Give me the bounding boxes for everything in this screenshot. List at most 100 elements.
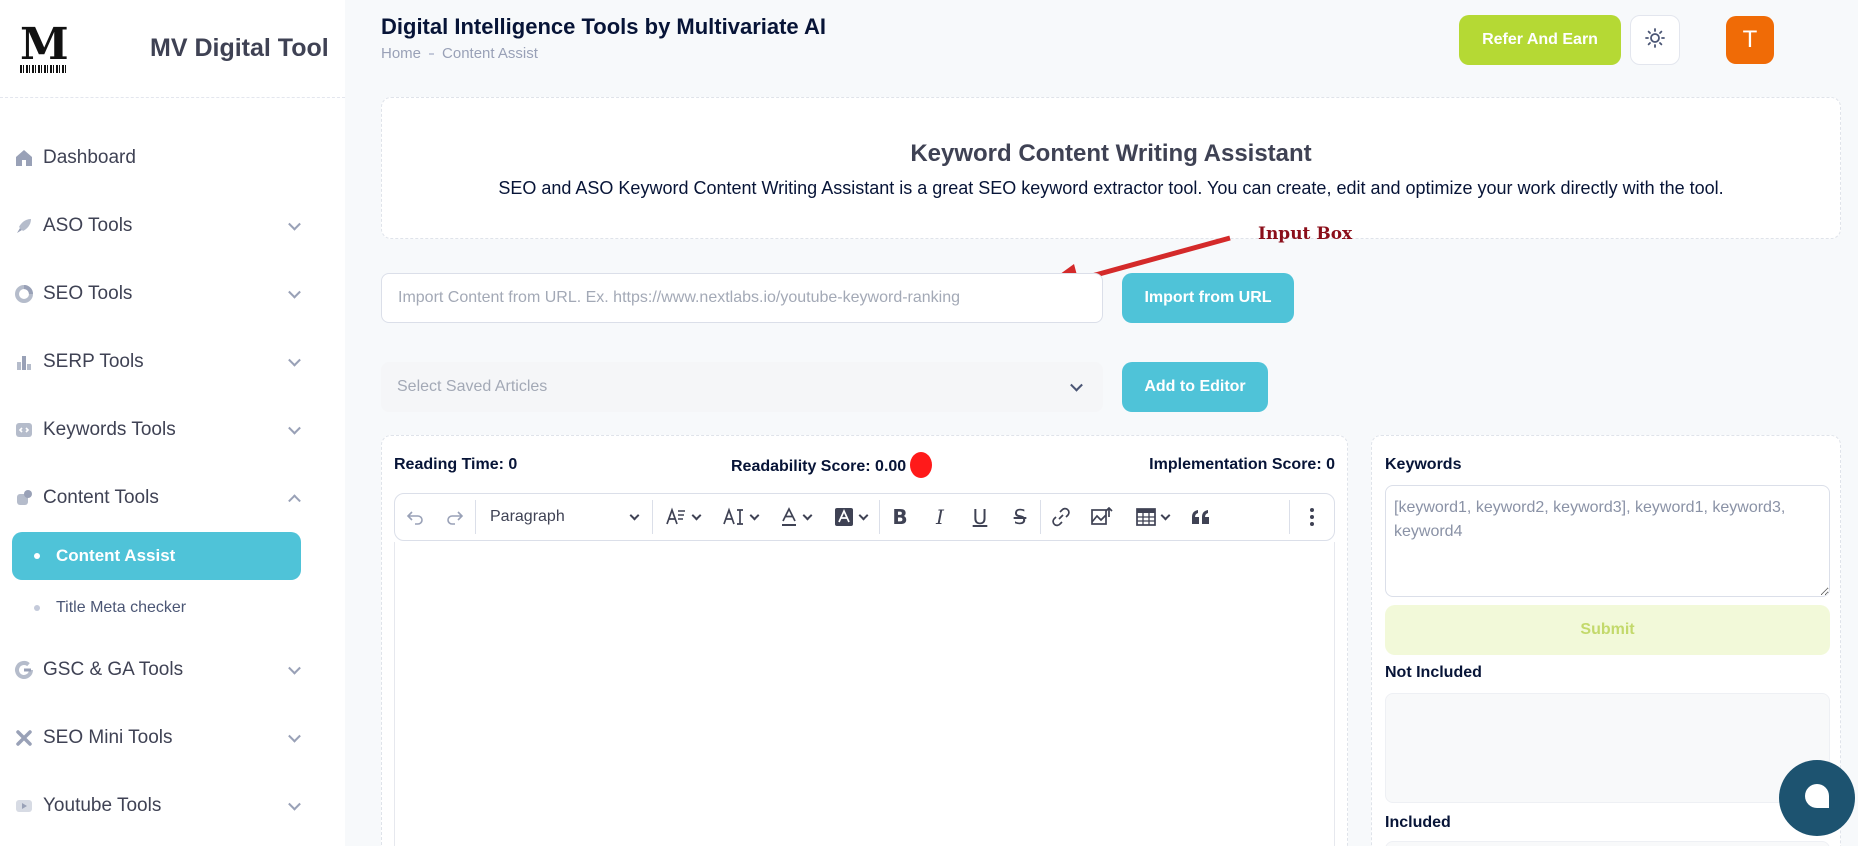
chevron-up-icon <box>288 494 301 508</box>
keywords-card: Keywords Submit Not Included Included <box>1371 435 1841 846</box>
text-color-icon[interactable] <box>769 493 821 541</box>
chevron-down-icon <box>288 729 301 743</box>
sidebar-item-label: Youtube Tools <box>43 795 162 816</box>
home-icon <box>14 148 34 168</box>
chevron-down-icon <box>288 661 301 675</box>
bullet-icon <box>34 605 40 611</box>
user-avatar[interactable]: T <box>1726 16 1774 64</box>
chat-button[interactable] <box>1779 760 1855 836</box>
cross-tools-icon <box>14 728 34 748</box>
brand: M MV Digital Tool <box>0 0 345 98</box>
breadcrumb-separator <box>429 52 435 55</box>
included-box <box>1385 841 1830 846</box>
underline-icon[interactable]: U <box>960 493 1000 541</box>
annotation-label: Input Box <box>1258 224 1353 244</box>
chevron-down-icon <box>629 510 640 520</box>
sidebar-item-label: SEO Mini Tools <box>43 727 173 748</box>
editor-toolbar: Paragraph B I U S <box>394 493 1335 541</box>
undo-icon[interactable] <box>395 493 435 541</box>
youtube-icon <box>14 796 34 816</box>
editor-content-area[interactable] <box>394 542 1335 846</box>
readability-score-label: Readability Score: 0.00 <box>731 458 907 476</box>
readability-score: Readability Score: 0.00 <box>731 452 933 478</box>
saved-articles-select[interactable]: Select Saved Articles <box>381 362 1103 412</box>
sidebar-item-label: Content Tools <box>43 487 159 508</box>
import-from-url-button[interactable]: Import from URL <box>1122 273 1294 323</box>
sidebar: M MV Digital Tool Dashboard ASO Tools SE… <box>0 0 345 846</box>
sidebar-item-seo-mini-tools[interactable]: SEO Mini Tools <box>0 704 345 772</box>
breadcrumb: Home Content Assist <box>381 45 538 62</box>
chevron-down-icon <box>288 797 301 811</box>
sidebar-item-aso-tools[interactable]: ASO Tools <box>0 192 345 260</box>
sidebar-item-keywords-tools[interactable]: Keywords Tools <box>0 396 345 464</box>
theme-toggle-button[interactable] <box>1630 15 1680 65</box>
rocket-icon <box>14 216 34 236</box>
not-included-title: Not Included <box>1385 664 1482 681</box>
intro-card: Keyword Content Writing Assistant SEO an… <box>381 97 1841 239</box>
sidebar-item-youtube-tools[interactable]: Youtube Tools <box>0 772 345 840</box>
sidebar-subitem-label: Content Assist <box>56 546 176 565</box>
sidebar-item-label: ASO Tools <box>43 215 133 236</box>
highlight-color-icon[interactable] <box>821 493 879 541</box>
sidebar-item-label: GSC & GA Tools <box>43 659 184 680</box>
chart-bar-icon <box>14 352 34 372</box>
brush-icon <box>14 488 34 508</box>
not-included-box <box>1385 693 1830 803</box>
sidebar-subitem-label: Title Meta checker <box>56 599 187 616</box>
blockquote-icon[interactable] <box>1181 493 1221 541</box>
reading-time: Reading Time: 0 <box>394 456 518 473</box>
refer-and-earn-button[interactable]: Refer And Earn <box>1459 15 1621 65</box>
included-title: Included <box>1385 814 1451 831</box>
bold-icon[interactable]: B <box>880 493 920 541</box>
keywords-textarea[interactable] <box>1385 485 1830 597</box>
sidebar-subitem-title-meta-checker[interactable]: Title Meta checker <box>0 580 345 636</box>
block-type-label: Paragraph <box>490 508 565 525</box>
sidebar-item-label: SERP Tools <box>43 351 144 372</box>
google-icon <box>14 660 34 680</box>
breadcrumb-current: Content Assist <box>442 45 538 62</box>
link-icon[interactable] <box>1041 493 1081 541</box>
chevron-down-icon <box>288 421 301 435</box>
chevron-down-icon <box>1070 378 1083 392</box>
page-title: Digital Intelligence Tools by Multivaria… <box>381 14 826 39</box>
image-upload-icon[interactable] <box>1081 493 1123 541</box>
sidebar-item-label: Dashboard <box>43 147 136 168</box>
submit-button[interactable]: Submit <box>1385 605 1830 655</box>
table-icon[interactable] <box>1123 493 1181 541</box>
breadcrumb-home[interactable]: Home <box>381 45 421 62</box>
import-url-input[interactable] <box>381 273 1103 323</box>
redo-icon[interactable] <box>435 493 475 541</box>
sidebar-item-serp-tools[interactable]: SERP Tools <box>0 328 345 396</box>
readability-status-dot <box>910 452 933 478</box>
sidebar-item-label: Keywords Tools <box>43 419 176 440</box>
chevron-down-icon <box>288 217 301 231</box>
sidebar-item-dashboard[interactable]: Dashboard <box>0 124 345 192</box>
brand-logo[interactable]: M <box>20 22 70 73</box>
brand-name: MV Digital Tool <box>150 34 329 62</box>
italic-icon[interactable]: I <box>920 493 960 541</box>
font-family-icon[interactable] <box>653 493 711 541</box>
font-size-icon[interactable] <box>711 493 769 541</box>
implementation-score: Implementation Score: 0 <box>1149 456 1335 473</box>
chevron-down-icon <box>288 285 301 299</box>
more-options-icon[interactable] <box>1290 493 1334 541</box>
sidebar-item-seo-tools[interactable]: SEO Tools <box>0 260 345 328</box>
editor-card: Reading Time: 0 Readability Score: 0.00 … <box>381 435 1348 846</box>
bullet-icon <box>34 553 40 559</box>
add-to-editor-button[interactable]: Add to Editor <box>1122 362 1268 412</box>
intro-description: SEO and ASO Keyword Content Writing Assi… <box>498 178 1724 198</box>
intro-title: Keyword Content Writing Assistant <box>910 140 1312 167</box>
chat-bubble-icon <box>1802 781 1832 816</box>
sidebar-subitem-content-assist[interactable]: Content Assist <box>12 532 301 580</box>
sidebar-item-label: SEO Tools <box>43 283 133 304</box>
chevron-down-icon <box>288 353 301 367</box>
sidebar-item-gsc-ga-tools[interactable]: GSC & GA Tools <box>0 636 345 704</box>
block-type-dropdown[interactable]: Paragraph <box>476 493 652 541</box>
pie-chart-icon <box>14 284 34 304</box>
sidebar-item-content-tools[interactable]: Content Tools <box>0 464 345 532</box>
strikethrough-icon[interactable]: S <box>1000 493 1040 541</box>
sun-icon <box>1644 27 1666 54</box>
code-window-icon <box>14 420 34 440</box>
sidebar-nav: Dashboard ASO Tools SEO Tools SERP Tools <box>0 98 345 840</box>
keywords-title: Keywords <box>1385 456 1462 473</box>
